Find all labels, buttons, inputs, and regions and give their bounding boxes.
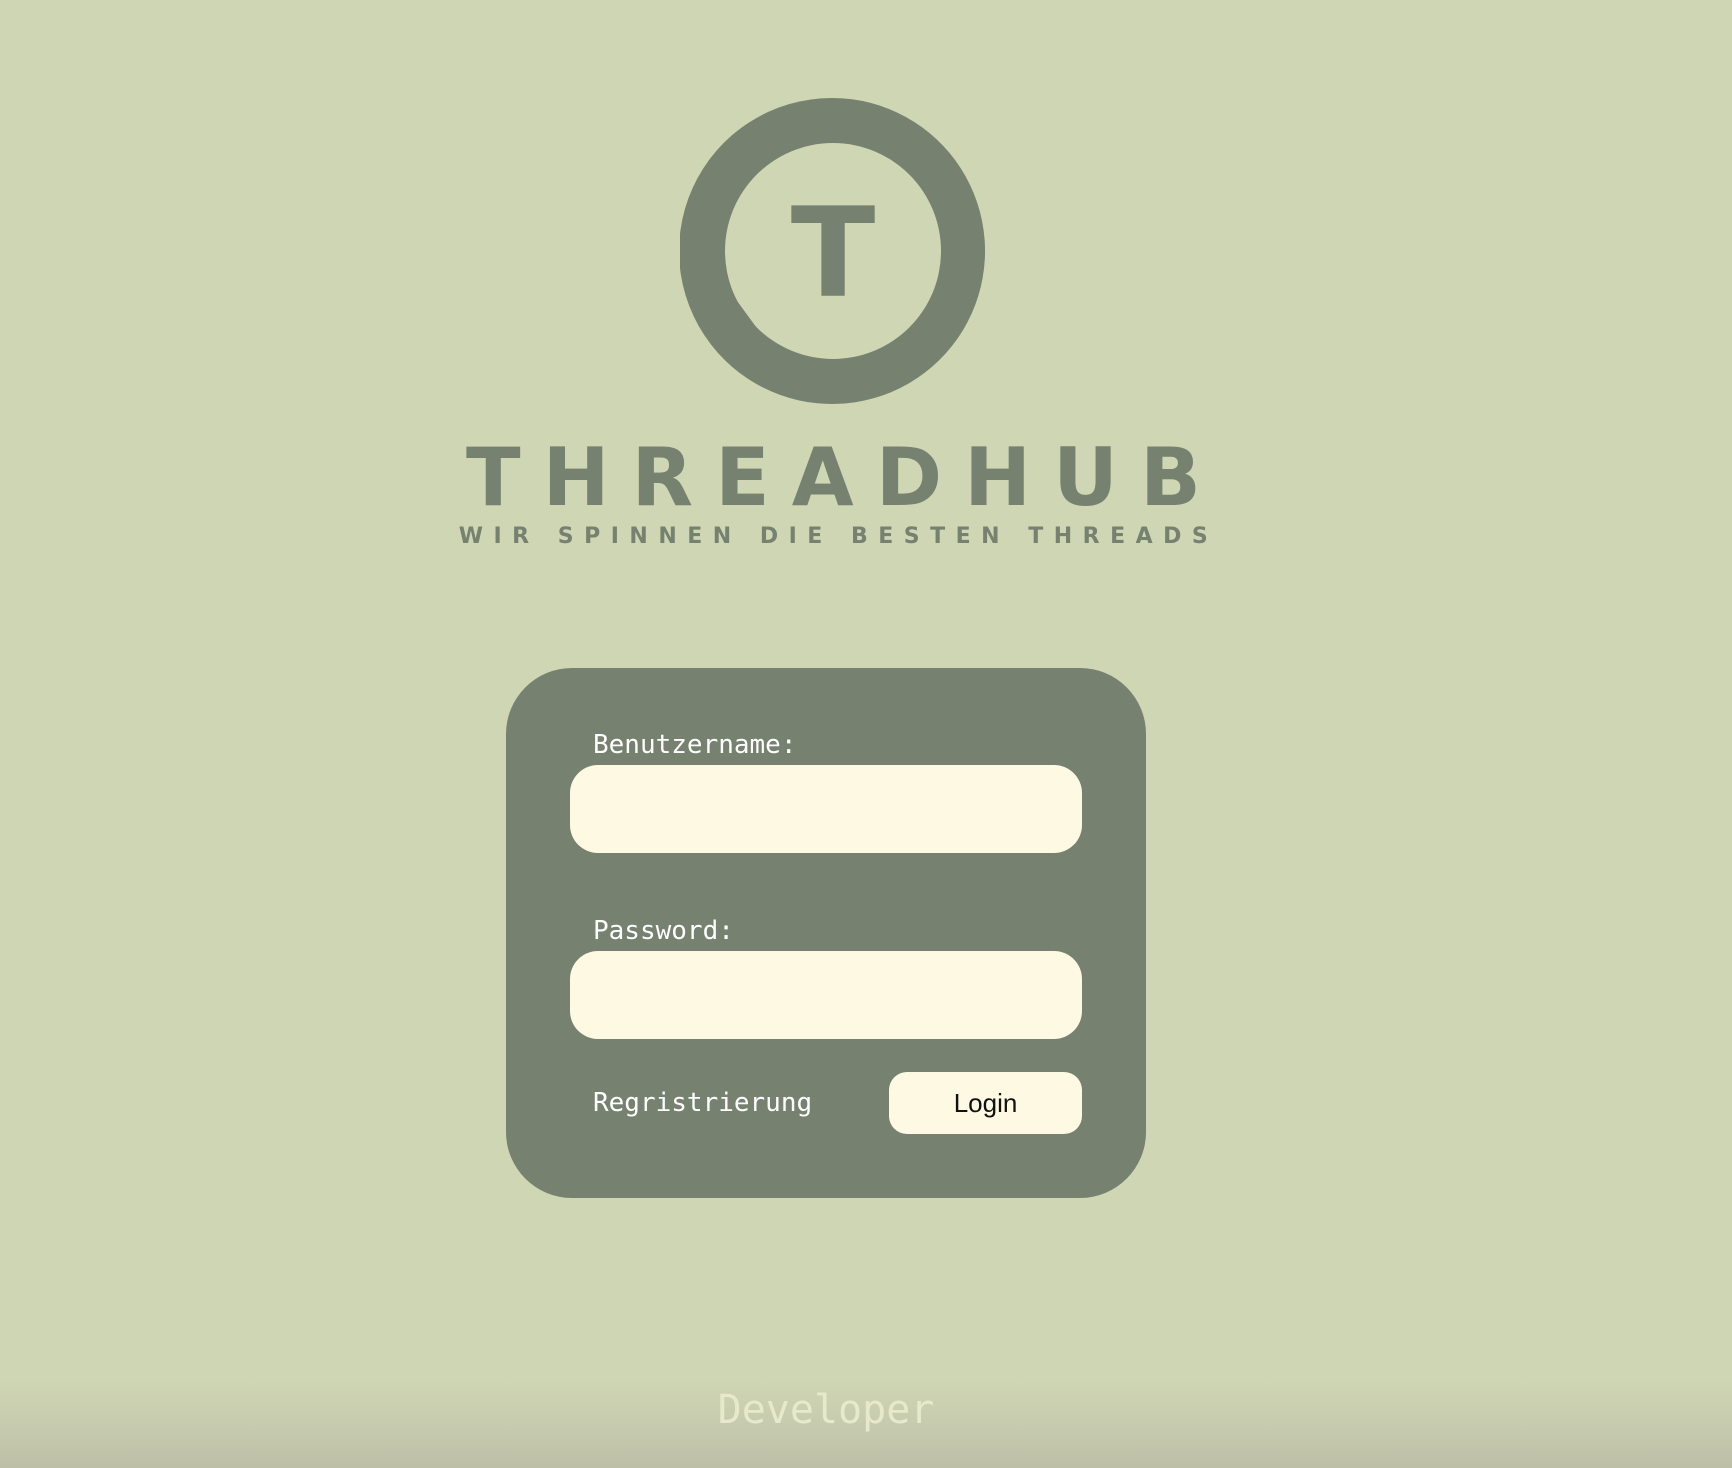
password-label: Password: [593,916,734,946]
password-input[interactable] [570,951,1082,1039]
login-card: Benutzername: Password: Regristrierung L… [506,668,1146,1198]
username-label: Benutzername: [593,730,797,760]
threadhub-logo: T [680,98,985,404]
logo-letter: T [791,182,876,326]
developer-label[interactable]: Developer [0,1388,1652,1432]
username-input[interactable] [570,765,1082,853]
login-button[interactable]: Login [889,1072,1082,1134]
brand-name: THREADHUB [466,431,1223,524]
brand-tagline: WIR SPINNEN DIE BESTEN THREADS [458,524,1219,549]
register-link[interactable]: Regristrierung [593,1088,812,1118]
